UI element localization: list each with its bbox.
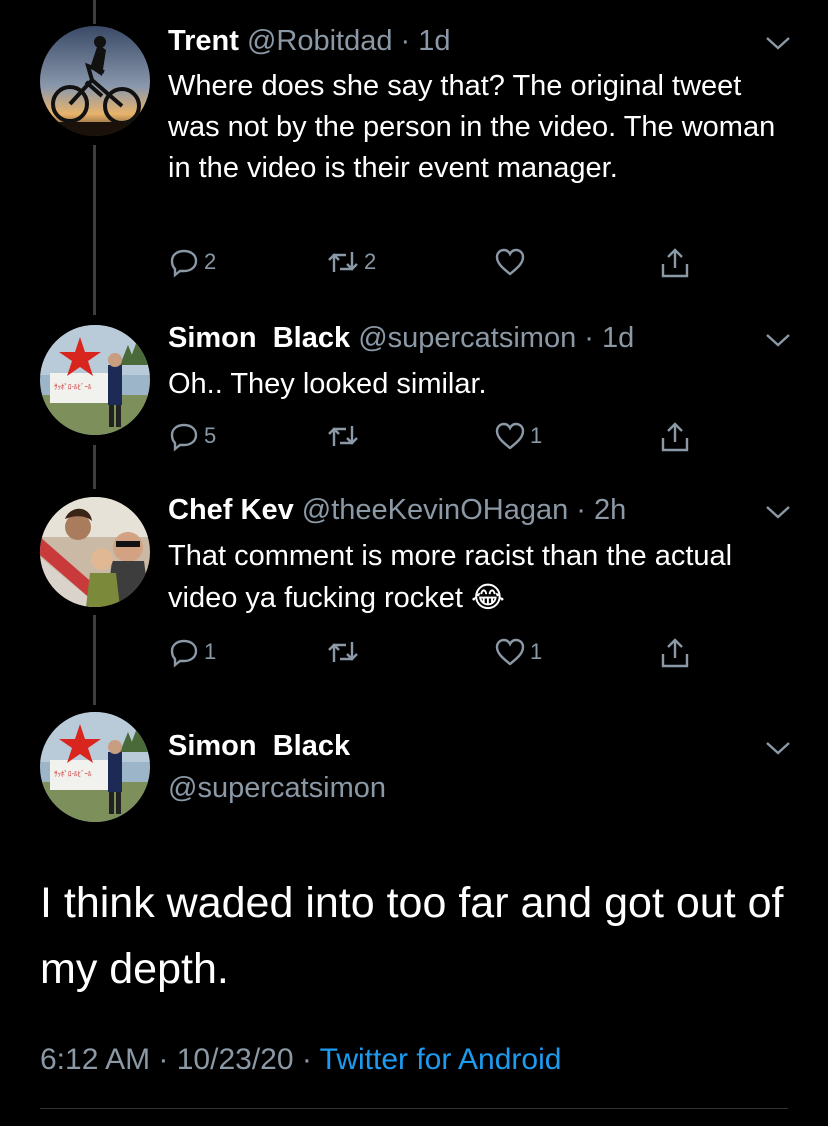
timestamp[interactable]: 2h (594, 494, 626, 526)
timestamp[interactable]: 1d (418, 25, 450, 57)
chevron-down-icon[interactable] (764, 33, 792, 53)
handle[interactable]: @supercatsimon (358, 322, 576, 354)
tweet-text: That comment is more racist than the act… (168, 536, 778, 619)
tweet-time: 6:12 AM (40, 1043, 151, 1076)
thread-line (93, 445, 96, 489)
thread-line (93, 0, 96, 24)
separator: · (568, 494, 594, 526)
tweet-header: Chef Kev @theeKevinOHagan · 2h (168, 494, 626, 527)
retweet-icon (328, 426, 358, 446)
avatar[interactable] (40, 497, 150, 607)
handle[interactable]: @supercatsimon (168, 772, 386, 805)
display-name[interactable]: Simon Black (168, 322, 350, 354)
main-tweet-text: I think waded into too far and got out o… (40, 879, 784, 993)
like-button[interactable] (494, 246, 530, 278)
reply-icon (170, 423, 198, 452)
reply-count: 5 (204, 423, 217, 448)
retweet-icon (328, 642, 358, 662)
avatar[interactable]: ｻｯﾎﾟﾛ-ﾙﾋﾞｰﾙ (40, 325, 150, 435)
like-button[interactable]: 1 (494, 636, 542, 668)
divider (40, 1108, 788, 1109)
reply-button[interactable]: 2 (168, 246, 216, 278)
retweet-count: 2 (364, 249, 377, 274)
tweet-actions: 2 2 (168, 246, 708, 286)
display-name[interactable]: Chef Kev (168, 494, 294, 526)
timestamp[interactable]: 1d (602, 322, 634, 354)
reply-count: 1 (204, 639, 217, 664)
tweet-text: Oh.. They looked similar. (168, 368, 487, 400)
tweet-actions: 5 1 (168, 420, 708, 460)
handle[interactable]: @theeKevinOHagan (302, 494, 568, 526)
thread-line (93, 615, 96, 705)
share-icon (661, 422, 689, 452)
svg-text:ｻｯﾎﾟﾛ-ﾙﾋﾞｰﾙ: ｻｯﾎﾟﾛ-ﾙﾋﾞｰﾙ (54, 383, 92, 391)
share-button[interactable] (658, 636, 692, 670)
tweet-text: Where does she say that? The original tw… (168, 70, 776, 184)
tweet-metadata: 6:12 AM · 10/23/20 · Twitter for Android (40, 1043, 561, 1077)
avatar[interactable]: ｻｯﾎﾟﾛ-ﾙﾋﾞｰﾙ (40, 712, 150, 822)
heart-icon (495, 422, 525, 450)
retweet-icon (328, 252, 358, 272)
avatar[interactable] (40, 26, 150, 136)
retweet-button[interactable] (326, 420, 364, 452)
display-name[interactable]: Trent (168, 25, 239, 57)
separator: · (576, 322, 602, 354)
tweet-date: 10/23/20 (176, 1043, 294, 1076)
reply-button[interactable]: 1 (168, 636, 216, 668)
heart-icon (495, 248, 525, 276)
chevron-down-icon[interactable] (764, 330, 792, 350)
heart-icon (495, 638, 525, 666)
share-button[interactable] (658, 420, 692, 454)
separator: · (293, 1043, 320, 1076)
tweet-source-link[interactable]: Twitter for Android (320, 1043, 562, 1076)
share-icon (661, 248, 689, 278)
retweet-button[interactable] (326, 636, 364, 668)
reply-icon (170, 639, 198, 668)
reply-button[interactable]: 5 (168, 420, 216, 452)
display-name[interactable]: Simon Black (168, 730, 350, 763)
like-count: 1 (530, 423, 543, 448)
share-button[interactable] (658, 246, 692, 280)
reply-icon (170, 249, 198, 278)
tweet-header: Simon Black @supercatsimon · 1d (168, 322, 634, 355)
handle[interactable]: @Robitdad (247, 25, 393, 57)
like-button[interactable]: 1 (494, 420, 542, 452)
svg-text:ｻｯﾎﾟﾛ-ﾙﾋﾞｰﾙ: ｻｯﾎﾟﾛ-ﾙﾋﾞｰﾙ (54, 770, 92, 778)
laughing-emoji: 😂 (471, 580, 505, 614)
chevron-down-icon[interactable] (764, 738, 792, 758)
tweet-text-content: That comment is more racist than the act… (168, 540, 733, 614)
reply-count: 2 (204, 249, 217, 274)
thread-line (93, 145, 96, 315)
chevron-down-icon[interactable] (764, 502, 792, 522)
separator: · (392, 25, 419, 57)
tweet-actions: 1 1 (168, 636, 708, 676)
like-count: 1 (530, 639, 543, 664)
share-icon (661, 638, 689, 668)
retweet-button[interactable]: 2 (326, 246, 376, 278)
tweet-header: Trent @Robitdad · 1d (168, 25, 451, 58)
separator: · (150, 1043, 177, 1076)
